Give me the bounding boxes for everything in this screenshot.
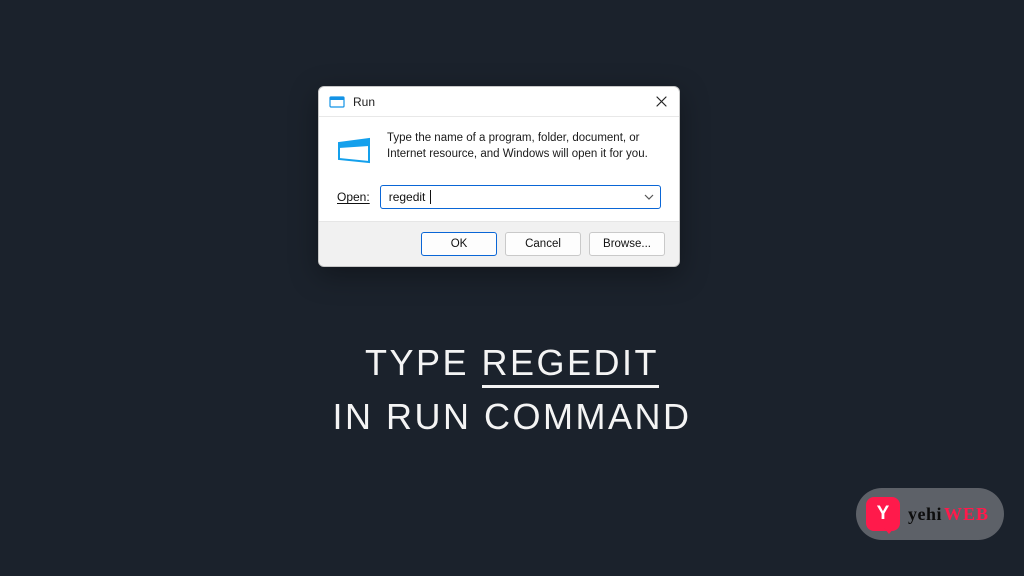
- run-dialog: Run Type the name of a program, folder, …: [318, 86, 680, 267]
- open-label: Open:: [337, 190, 370, 204]
- titlebar: Run: [319, 87, 679, 117]
- open-input[interactable]: [380, 185, 661, 209]
- logo-letter: Y: [877, 503, 890, 525]
- dialog-title: Run: [353, 95, 653, 109]
- yehiweb-logo: Y yehi WEB: [856, 488, 1004, 540]
- open-combobox[interactable]: [380, 185, 661, 209]
- logo-wordmark: yehi WEB: [908, 504, 989, 525]
- run-app-icon: [329, 94, 345, 110]
- dialog-body: Type the name of a program, folder, docu…: [319, 117, 679, 221]
- ok-button[interactable]: OK: [421, 232, 497, 256]
- close-icon[interactable]: [653, 94, 669, 110]
- browse-button[interactable]: Browse...: [589, 232, 665, 256]
- run-large-icon: [337, 133, 373, 169]
- instruction-caption: TYPE REGEDIT IN RUN COMMAND: [0, 342, 1024, 438]
- text-caret: [430, 190, 431, 204]
- caption-prefix: TYPE: [365, 342, 482, 383]
- caption-line2: IN RUN COMMAND: [0, 396, 1024, 438]
- caption-highlight: REGEDIT: [482, 342, 660, 388]
- dialog-description: Type the name of a program, folder, docu…: [387, 131, 661, 169]
- cancel-button[interactable]: Cancel: [505, 232, 581, 256]
- dialog-button-row: OK Cancel Browse...: [319, 221, 679, 266]
- chevron-down-icon[interactable]: [643, 191, 655, 203]
- logo-badge: Y: [866, 497, 900, 531]
